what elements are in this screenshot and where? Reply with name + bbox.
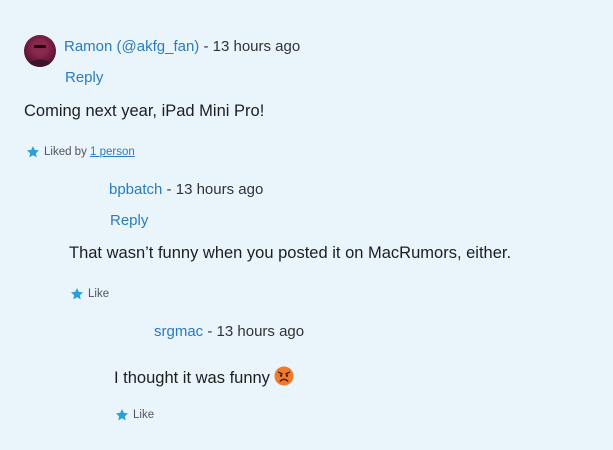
comment-meta: bpbatch - 13 hours ago — [109, 181, 263, 199]
star-icon — [70, 288, 84, 300]
liked-by-link[interactable]: 1 person — [90, 145, 135, 159]
star-icon — [26, 146, 40, 158]
timestamp: 13 hours ago — [212, 38, 301, 55]
like-label: Like — [88, 288, 110, 300]
author-link[interactable]: bpbatch — [109, 181, 162, 198]
comment-body: Coming next year, iPad Mini Pro! — [24, 102, 265, 120]
author-link[interactable]: Ramon (@akfg_fan) — [64, 38, 199, 55]
like-button[interactable]: Like — [115, 408, 154, 422]
separator: - — [203, 323, 217, 340]
avatar[interactable] — [24, 35, 56, 67]
likes-row: Liked by 1 person — [26, 145, 135, 159]
separator: - — [199, 38, 213, 55]
timestamp: 13 hours ago — [175, 181, 264, 198]
reply-button[interactable]: Reply — [110, 212, 148, 230]
like-label: Like — [133, 409, 155, 421]
comment-body: I thought it was funny — [114, 366, 294, 388]
author-link[interactable]: srgmac — [154, 323, 203, 340]
reply-button[interactable]: Reply — [65, 69, 103, 87]
liked-by-text: Liked by — [44, 146, 87, 158]
comment-body-text: I thought it was funny — [114, 369, 270, 387]
timestamp: 13 hours ago — [216, 323, 305, 340]
star-icon — [115, 409, 129, 421]
comment-meta: srgmac - 13 hours ago — [154, 323, 304, 341]
angry-face-emoji-icon — [274, 366, 294, 386]
separator: - — [162, 181, 176, 198]
comment-body: That wasn’t funny when you posted it on … — [69, 244, 512, 262]
comment-meta: Ramon (@akfg_fan) - 13 hours ago — [64, 38, 300, 56]
avatar-image — [28, 41, 52, 67]
like-button[interactable]: Like — [70, 287, 109, 301]
